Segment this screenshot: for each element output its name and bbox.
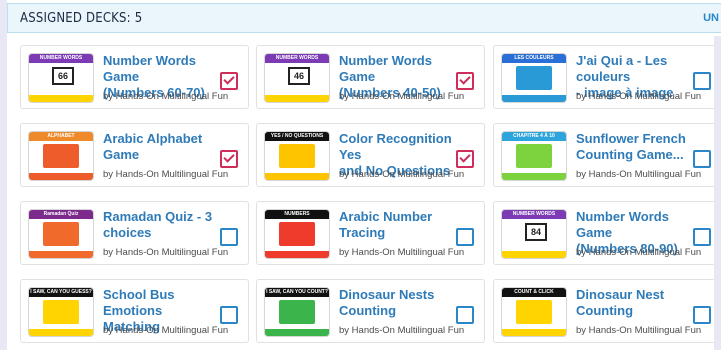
thumbnail-banner: YES / NO QUESTIONS bbox=[265, 132, 329, 141]
thumbnail-footer bbox=[29, 95, 93, 102]
deck-thumbnail[interactable]: YES / NO QUESTIONS bbox=[265, 132, 329, 180]
deck-thumbnail[interactable]: NUMBER WORDS 84 bbox=[502, 210, 566, 258]
thumbnail-banner: NUMBER WORDS bbox=[502, 210, 566, 219]
deck-author: by Hands-On Multilingual Fun bbox=[576, 91, 702, 102]
deck-card[interactable]: I SAW, CAN YOU GUESS? School Bus Emotions… bbox=[20, 279, 249, 343]
assigned-decks-count: ASSIGNED DECKS: 5 bbox=[20, 11, 143, 26]
thumbnail-footer bbox=[502, 251, 566, 258]
deck-assign-checkbox[interactable] bbox=[456, 72, 474, 90]
deck-card[interactable]: CHAPITRE 4 À 10 Sunflower French Counting… bbox=[493, 123, 721, 187]
deck-thumbnail[interactable]: LES COULEURS bbox=[502, 54, 566, 102]
deck-author: by Hands-On Multilingual Fun bbox=[576, 325, 702, 336]
deck-title[interactable]: Dinosaur Nest Counting bbox=[576, 287, 702, 319]
deck-author: by Hands-On Multilingual Fun bbox=[339, 247, 465, 258]
deck-card[interactable]: ALPHABET Arabic Alphabet Game by Hands-On … bbox=[20, 123, 249, 187]
thumbnail-number: 84 bbox=[525, 223, 547, 241]
thumbnail-number: 66 bbox=[52, 67, 74, 85]
thumbnail-footer bbox=[502, 329, 566, 336]
thumbnail-banner: NUMBERS bbox=[265, 210, 329, 219]
deck-assign-checkbox[interactable] bbox=[220, 72, 238, 90]
deck-title[interactable]: Arabic Number Tracing bbox=[339, 209, 465, 241]
deck-title[interactable]: Arabic Alphabet Game bbox=[103, 131, 229, 163]
deck-thumbnail[interactable]: NUMBERS bbox=[265, 210, 329, 258]
deck-card[interactable]: LES COULEURS J'ai Qui a - Les couleurs - … bbox=[493, 45, 721, 109]
thumbnail-number: 46 bbox=[288, 67, 310, 85]
thumbnail-footer bbox=[265, 95, 329, 102]
deck-assign-checkbox[interactable] bbox=[456, 306, 474, 324]
deck-title[interactable]: Ramadan Quiz - 3 choices bbox=[103, 209, 229, 241]
deck-title[interactable]: Dinosaur Nests Counting bbox=[339, 287, 465, 319]
thumbnail-banner: Ramadan Quiz bbox=[29, 210, 93, 219]
thumbnail-picture bbox=[279, 222, 315, 246]
deck-assign-checkbox[interactable] bbox=[220, 306, 238, 324]
thumbnail-picture bbox=[43, 222, 79, 246]
deck-thumbnail[interactable]: CHAPITRE 4 À 10 bbox=[502, 132, 566, 180]
thumbnail-footer bbox=[29, 173, 93, 180]
deck-thumbnail[interactable]: NUMBER WORDS 46 bbox=[265, 54, 329, 102]
thumbnail-picture bbox=[516, 66, 552, 90]
deck-author: by Hands-On Multilingual Fun bbox=[339, 91, 465, 102]
deck-author: by Hands-On Multilingual Fun bbox=[339, 169, 465, 180]
header-action-link[interactable]: UN bbox=[703, 12, 719, 24]
thumbnail-banner: COUNT & CLICK bbox=[502, 288, 566, 297]
deck-assign-checkbox[interactable] bbox=[220, 228, 238, 246]
thumbnail-picture bbox=[43, 300, 79, 324]
thumbnail-picture bbox=[43, 144, 79, 168]
deck-card[interactable]: YES / NO QUESTIONS Color Recognition Yes … bbox=[256, 123, 485, 187]
thumbnail-footer bbox=[265, 329, 329, 336]
deck-author: by Hands-On Multilingual Fun bbox=[103, 325, 229, 336]
deck-thumbnail[interactable]: COUNT & CLICK bbox=[502, 288, 566, 336]
deck-assign-checkbox[interactable] bbox=[220, 150, 238, 168]
scrollbar[interactable] bbox=[714, 36, 721, 350]
thumbnail-footer bbox=[265, 251, 329, 258]
thumbnail-banner: I SAW, CAN YOU GUESS? bbox=[29, 288, 93, 297]
deck-card[interactable]: COUNT & CLICK Dinosaur Nest Counting by Ha… bbox=[493, 279, 721, 343]
deck-assign-checkbox[interactable] bbox=[693, 306, 711, 324]
deck-author: by Hands-On Multilingual Fun bbox=[576, 169, 702, 180]
deck-assign-checkbox[interactable] bbox=[693, 150, 711, 168]
deck-title[interactable]: Sunflower French Counting Game... bbox=[576, 131, 702, 163]
deck-card[interactable]: Ramadan Quiz Ramadan Quiz - 3 choices by H… bbox=[20, 201, 249, 265]
deck-thumbnail[interactable]: I SAW, CAN YOU GUESS? bbox=[29, 288, 93, 336]
deck-assign-checkbox[interactable] bbox=[456, 228, 474, 246]
thumbnail-picture bbox=[279, 144, 315, 168]
deck-assign-checkbox[interactable] bbox=[693, 228, 711, 246]
thumbnail-banner: CHAPITRE 4 À 10 bbox=[502, 132, 566, 141]
deck-thumbnail[interactable]: ALPHABET bbox=[29, 132, 93, 180]
deck-author: by Hands-On Multilingual Fun bbox=[103, 169, 229, 180]
thumbnail-picture bbox=[516, 300, 552, 324]
thumbnail-banner: ALPHABET bbox=[29, 132, 93, 141]
deck-card[interactable]: I SAW, CAN YOU COUNT? Dinosaur Nests Coun… bbox=[256, 279, 485, 343]
deck-card[interactable]: NUMBER WORDS 66 Number Words Game (Numbers… bbox=[20, 45, 249, 109]
thumbnail-picture bbox=[279, 300, 315, 324]
thumbnail-banner: LES COULEURS bbox=[502, 54, 566, 63]
thumbnail-footer bbox=[29, 329, 93, 336]
deck-assign-checkbox[interactable] bbox=[456, 150, 474, 168]
assigned-decks-header: ASSIGNED DECKS: 5 UN bbox=[7, 3, 721, 33]
deck-author: by Hands-On Multilingual Fun bbox=[576, 247, 702, 258]
deck-card[interactable]: NUMBERS Arabic Number Tracing by Hands-On … bbox=[256, 201, 485, 265]
thumbnail-picture bbox=[516, 144, 552, 168]
deck-author: by Hands-On Multilingual Fun bbox=[339, 325, 465, 336]
deck-card[interactable]: NUMBER WORDS 46 Number Words Game (Numbers… bbox=[256, 45, 485, 109]
thumbnail-footer bbox=[265, 173, 329, 180]
deck-author: by Hands-On Multilingual Fun bbox=[103, 247, 229, 258]
thumbnail-banner: I SAW, CAN YOU COUNT? bbox=[265, 288, 329, 297]
thumbnail-banner: NUMBER WORDS bbox=[29, 54, 93, 63]
deck-author: by Hands-On Multilingual Fun bbox=[103, 91, 229, 102]
thumbnail-footer bbox=[502, 173, 566, 180]
thumbnail-footer bbox=[29, 251, 93, 258]
deck-thumbnail[interactable]: I SAW, CAN YOU COUNT? bbox=[265, 288, 329, 336]
deck-assign-checkbox[interactable] bbox=[693, 72, 711, 90]
deck-thumbnail[interactable]: NUMBER WORDS 66 bbox=[29, 54, 93, 102]
deck-thumbnail[interactable]: Ramadan Quiz bbox=[29, 210, 93, 258]
thumbnail-banner: NUMBER WORDS bbox=[265, 54, 329, 63]
thumbnail-footer bbox=[502, 95, 566, 102]
deck-card[interactable]: NUMBER WORDS 84 Number Words Game (Numbers… bbox=[493, 201, 721, 265]
